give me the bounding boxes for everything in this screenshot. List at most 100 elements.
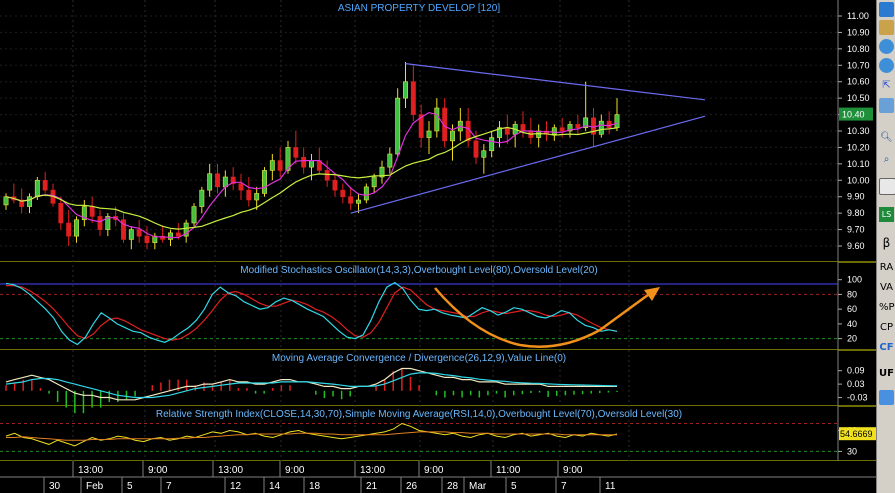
candle-body-5 (42, 179, 48, 191)
candle-body-0 (3, 196, 9, 206)
toolbar-item-pct-p[interactable]: %P (879, 300, 895, 315)
price-tick-label-11: 9.90 (847, 192, 865, 202)
candle-body-30 (238, 183, 244, 191)
candle-body-21 (168, 232, 173, 240)
x-date-label-4: 12 (230, 481, 242, 492)
x-date-label-8: 26 (406, 481, 418, 492)
candle-body-77 (606, 120, 612, 129)
candle-body-17 (136, 229, 142, 237)
price-tick-label-12: 9.80 (847, 208, 865, 218)
candle-body-66 (520, 124, 526, 132)
x-date-label-0: 30 (49, 481, 61, 492)
indicator-title-2: Relative Strength Index(CLOSE,14,30,70),… (156, 409, 682, 420)
candle-body-61 (481, 150, 487, 158)
toolbar-item-cf[interactable]: CF (879, 340, 894, 355)
candle-body-76 (598, 120, 604, 135)
candle-body-7 (58, 202, 64, 224)
toolbar-item-va[interactable]: VA (879, 280, 894, 295)
toolbar-item-uf[interactable]: UF (879, 366, 894, 381)
price-tick-label-4: 10.60 (847, 77, 870, 87)
x-date-label-9: 28 (447, 481, 459, 492)
x-date-label-5: 14 (269, 481, 281, 492)
zoom-out-icon[interactable] (879, 58, 894, 73)
indicator-1-tick-label-2: -0.03 (847, 393, 868, 403)
candle-body-49 (387, 153, 393, 168)
price-tick-label-10: 10.00 (847, 175, 870, 185)
candle-body-73 (575, 124, 581, 129)
indicator-2-tick-label-1: 30 (847, 446, 857, 456)
indicator-1-tick-label-0: 0.09 (847, 366, 865, 376)
candle-body-3 (27, 196, 32, 207)
price-tick-label-1: 10.90 (847, 27, 870, 37)
x-date-label-3: 7 (166, 481, 172, 492)
x-time-label-2: 13:00 (218, 465, 243, 476)
candle-body-31 (246, 189, 252, 201)
price-tick-label-14: 9.60 (847, 241, 865, 251)
price-tick-label-8: 10.20 (847, 142, 870, 152)
indicator-0-tick-label-1: 80 (847, 289, 857, 299)
chart-title: ASIAN PROPERTY DEVELOP [120] (338, 3, 501, 14)
candle-body-43 (340, 189, 346, 198)
x-date-label-1: Feb (86, 481, 104, 492)
x-date-label-11: 5 (511, 481, 517, 492)
x-date-label-13: 11 (605, 481, 616, 492)
candle-body-62 (489, 137, 495, 152)
frame-icon[interactable] (879, 178, 895, 195)
candle-body-25 (199, 189, 205, 207)
candle-body-37 (293, 147, 299, 158)
candle-body-54 (426, 130, 432, 138)
chart: ASIAN PROPERTY DEVELOP [120] 11.00 10.90 10… (0, 0, 876, 493)
candle-body-16 (128, 229, 134, 240)
candle-body-4 (34, 179, 40, 198)
price-tick-label-0: 11.00 (847, 11, 869, 21)
x-date-label-6: 18 (309, 481, 321, 492)
indicator-1-tick-label-1: 0.03 (847, 379, 865, 389)
candle-body-39 (309, 160, 314, 168)
candle-body-44 (348, 196, 354, 204)
candle-body-41 (324, 170, 330, 181)
candle-body-34 (269, 160, 275, 171)
candle-body-32 (254, 193, 260, 201)
window-icon[interactable] (879, 98, 894, 113)
right-toolbar: ⇱ 🔍︎ ⌕ LS β RA VA %P CP CF UF (876, 0, 895, 493)
x-time-label-0: 13:00 (78, 465, 103, 476)
indicator-0-tick-label-0: 100 (847, 275, 862, 285)
candle-body-51 (403, 81, 408, 99)
price-tick-label-13: 9.70 (847, 225, 865, 235)
toolbar-item-cp[interactable]: CP (879, 320, 894, 335)
edit-icon[interactable] (879, 20, 894, 35)
candle-body-64 (504, 127, 510, 135)
price-tick-label-9: 10.10 (847, 159, 870, 169)
toolbar-item-ra[interactable]: RA (879, 260, 894, 275)
price-tick-label-2: 10.80 (847, 44, 870, 54)
candle-body-38 (301, 156, 307, 168)
candle-body-45 (356, 199, 361, 204)
candle-body-35 (277, 160, 283, 171)
cursor-icon[interactable]: ⇱ (879, 78, 894, 93)
candle-body-42 (332, 179, 338, 191)
chart-icon[interactable] (879, 2, 894, 17)
last-price-label: 10.40 (842, 110, 865, 120)
search-icon[interactable]: 🔍︎ (879, 130, 894, 145)
price-tick-label-3: 10.70 (847, 60, 870, 70)
candle-body-27 (215, 173, 220, 188)
x-date-label-12: 7 (561, 481, 567, 492)
candle-body-8 (66, 222, 72, 237)
toolbar-item-beta[interactable]: β (879, 236, 894, 251)
magnify-icon[interactable]: ⌕ (879, 152, 894, 167)
x-time-label-6: 11:00 (496, 465, 521, 476)
candle-body-60 (473, 140, 479, 158)
toolbar-item-ls[interactable]: LS (879, 207, 894, 222)
candle-body-33 (262, 170, 267, 194)
candle-body-55 (434, 107, 440, 132)
indicator-0-tick-label-3: 40 (847, 319, 857, 329)
x-time-label-3: 9:00 (285, 465, 305, 476)
candle-body-70 (551, 127, 557, 135)
candle-body-71 (559, 127, 565, 132)
candle-body-11 (89, 206, 95, 217)
candle-body-78 (614, 114, 620, 129)
flag-icon[interactable] (879, 390, 894, 405)
price-tick-label-7: 10.30 (847, 126, 870, 136)
indicator-0-tick-label-2: 60 (847, 304, 857, 314)
zoom-in-icon[interactable] (879, 39, 894, 54)
